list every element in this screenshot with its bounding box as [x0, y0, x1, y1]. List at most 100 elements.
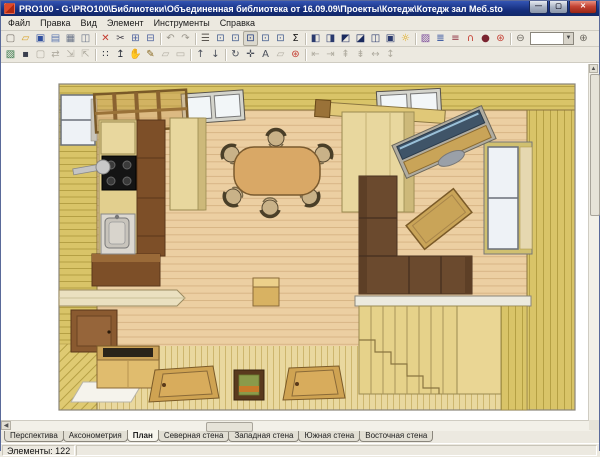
delete-icon[interactable]: ✕ [98, 31, 113, 46]
view-monitor-3-icon[interactable]: ⊡ [243, 31, 258, 46]
render-sphere-icon[interactable]: ● [478, 31, 493, 46]
dining-table[interactable] [233, 146, 321, 196]
import-model-icon[interactable]: ▤ [48, 31, 63, 46]
vertical-scrollbar[interactable]: ▲ [588, 64, 600, 420]
flat-door-left[interactable] [148, 365, 220, 403]
maximize-button[interactable]: ▢ [549, 1, 568, 14]
center-h-icon: ↔ [371, 49, 380, 60]
toolbar-separator [190, 48, 191, 61]
box-view-5-icon[interactable]: ◫ [368, 31, 383, 46]
report-list-icon[interactable]: ≣ [433, 31, 448, 46]
drawing-canvas[interactable]: ▲ ◀ [1, 63, 600, 432]
close-button[interactable]: ✕ [569, 1, 597, 14]
draw-pencil-icon[interactable]: ✎ [143, 47, 158, 62]
cut-scissors-icon[interactable]: ✂ [113, 31, 128, 46]
hand-pan-icon[interactable]: ✋ [128, 47, 143, 62]
align-top-icon: ⇞ [341, 49, 350, 60]
tab-perspective[interactable]: Перспектива [4, 430, 64, 442]
app-icon [4, 3, 15, 14]
box-view-1-icon[interactable]: ◧ [308, 31, 323, 46]
tab-plan[interactable]: План [126, 430, 159, 442]
align-bottom-icon: ⇟ [356, 49, 365, 60]
align-right-icon: ⇥ [326, 49, 335, 60]
render-settings-icon[interactable]: ⊛ [288, 47, 303, 62]
view-monitor-5-icon[interactable]: ⊡ [273, 31, 288, 46]
tab-east-wall[interactable]: Восточная стена [359, 430, 434, 442]
snap-grid-icon[interactable]: ∷ [98, 47, 113, 62]
toolbar-separator [305, 32, 306, 45]
box-view-6-icon[interactable]: ▣ [383, 31, 398, 46]
paste-icon[interactable]: ⊟ [143, 31, 158, 46]
move-down-icon[interactable]: ↓ [208, 47, 223, 62]
print-preview-icon[interactable]: ◫ [78, 31, 93, 46]
light-bulb-icon[interactable]: ☼ [398, 31, 413, 46]
zoom-level-combo[interactable]: ▼ [530, 32, 574, 45]
toolbar-separator [195, 32, 196, 45]
color-wheel-icon[interactable]: ⊛ [493, 31, 508, 46]
kitchen-cabinets[interactable] [91, 119, 166, 287]
picture-frame[interactable] [233, 369, 265, 401]
dining-chair[interactable] [259, 196, 281, 219]
flat-door-right[interactable] [282, 365, 346, 401]
scrollbar-corner [589, 420, 599, 430]
kitchen-sink[interactable] [100, 213, 136, 255]
edit-shape-icon: ▱ [276, 49, 285, 60]
properties-icon[interactable]: ☰ [198, 31, 213, 46]
box-view-4-icon[interactable]: ◪ [353, 31, 368, 46]
dining-chair[interactable] [265, 127, 287, 150]
horizontal-scroll-thumb[interactable] [206, 422, 253, 432]
wall-shelf[interactable] [58, 289, 186, 307]
fit-window-icon: ⇲ [66, 49, 75, 60]
zoom-in-icon[interactable]: ⊕ [576, 31, 591, 46]
dimensions-icon[interactable]: A [258, 47, 273, 62]
tab-axonometry[interactable]: Аксонометрия [62, 430, 128, 442]
box-view-3-icon[interactable]: ◩ [338, 31, 353, 46]
view-monitor-4-icon[interactable]: ⊡ [258, 31, 273, 46]
magnet-snap-icon[interactable]: ∩ [463, 31, 478, 46]
right-wall-window[interactable] [483, 141, 533, 255]
menu-tools[interactable]: Инструменты [149, 17, 215, 30]
copy-icon[interactable]: ⊞ [128, 31, 143, 46]
select-all-icon: ▭ [175, 49, 186, 60]
new-document-icon[interactable]: ▢ [3, 31, 18, 46]
tab-south-wall[interactable]: Южная стена [298, 430, 361, 442]
left-wall-window[interactable] [60, 94, 98, 146]
scroll-up-arrow[interactable]: ▲ [589, 64, 598, 73]
insert-image-icon[interactable]: ▧ [3, 47, 18, 62]
tall-cabinet[interactable] [169, 117, 207, 211]
toolbar-separator [95, 48, 96, 61]
toolbar-separator [225, 48, 226, 61]
rotate-icon[interactable]: ↻ [228, 47, 243, 62]
zoom-out-icon[interactable]: ⊖ [513, 31, 528, 46]
combo-dropdown-arrow[interactable]: ▼ [563, 33, 573, 44]
plan-view [58, 83, 576, 411]
menu-element[interactable]: Элемент [102, 17, 149, 30]
view-monitor-2-icon[interactable]: ⊡ [228, 31, 243, 46]
vertical-scroll-thumb[interactable] [590, 74, 600, 216]
menu-view[interactable]: Вид [76, 17, 102, 30]
view-monitor-1-icon[interactable]: ⊡ [213, 31, 228, 46]
move-up-icon[interactable]: ↑ [193, 47, 208, 62]
menu-help[interactable]: Справка [215, 17, 260, 30]
floor-block[interactable] [252, 277, 280, 307]
fit-selection-icon: ⇱ [81, 49, 90, 60]
report-sum-icon[interactable]: Σ [288, 31, 303, 46]
open-folder-icon[interactable]: ▱ [18, 31, 33, 46]
print-icon[interactable]: ▦ [63, 31, 78, 46]
save-floppy-icon[interactable]: ▣ [33, 31, 48, 46]
scroll-left-arrow[interactable]: ◀ [1, 421, 11, 430]
menu-edit[interactable]: Правка [35, 17, 75, 30]
horizontal-scrollbar[interactable]: ◀ [1, 420, 591, 432]
move-cross-icon[interactable]: ✛ [243, 47, 258, 62]
toolbar-separator [510, 32, 511, 45]
minimize-button[interactable]: — [529, 1, 548, 14]
textures-icon[interactable]: ▨ [418, 31, 433, 46]
box-view-2-icon[interactable]: ◨ [323, 31, 338, 46]
menu-file[interactable]: Файл [3, 17, 35, 30]
toolbar-separator [160, 32, 161, 45]
page-setup-icon: ▢ [35, 49, 46, 60]
move-vertical-icon[interactable]: ↥ [113, 47, 128, 62]
background-icon[interactable]: ▪ [18, 47, 33, 62]
price-list-icon[interactable]: ≡ [448, 31, 463, 46]
staircase[interactable] [354, 295, 532, 411]
